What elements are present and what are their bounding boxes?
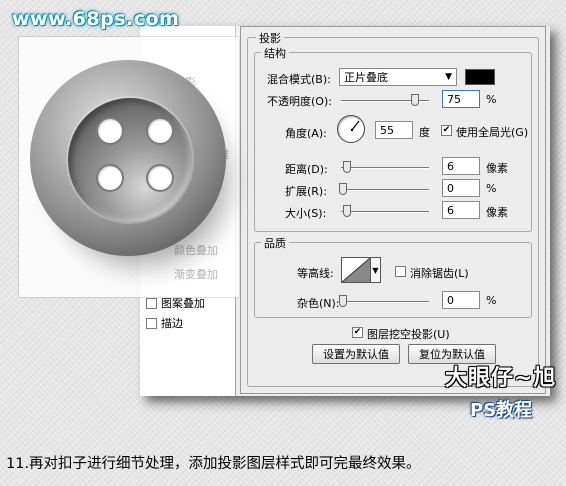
opacity-label: 不透明度(O): [267,95,332,108]
blend-mode-label: 混合模式(B): [267,73,331,86]
contour-preview[interactable] [341,257,371,283]
distance-value: 6 [447,159,454,173]
dropdown-arrow-icon: ▼ [372,265,379,275]
blend-mode-value: 正片叠底 [344,71,388,84]
opacity-input[interactable]: 75 [442,90,480,108]
angle-needle-icon [350,120,360,132]
global-light-label: 使用全局光(G) [456,126,529,139]
stroke-checkbox[interactable] [146,317,157,329]
clothing-button-inner-dish [68,98,192,222]
quality-title: 品质 [261,235,289,251]
opacity-value: 75 [447,92,461,106]
structure-group: 结构 混合模式(B): 正片叠底 ▼ 不透明度(O): 75 % 角度(A): [254,45,532,232]
spread-label: 扩展(R): [285,185,327,198]
noise-slider-thumb[interactable] [339,295,347,307]
distance-unit: 像素 [486,162,508,175]
pattern-overlay-checkbox[interactable] [146,297,157,309]
size-input[interactable]: 6 [442,201,480,219]
shadow-color-swatch[interactable] [465,69,495,85]
structure-title: 结构 [261,45,289,61]
style-item-label: 描边 [161,317,183,330]
spread-input[interactable]: 0 [442,179,480,197]
noise-slider[interactable] [341,301,429,303]
spread-value: 0 [447,181,454,195]
distance-slider[interactable] [341,167,429,169]
opacity-unit: % [486,93,497,106]
size-label: 大小(S): [285,207,327,220]
button-hole-bottom-left [98,166,122,190]
button-hole-bottom-right [148,166,172,190]
anti-alias-label: 消除锯齿(L) [410,267,469,280]
size-slider[interactable] [341,211,429,213]
spread-slider-thumb[interactable] [339,183,347,195]
step-caption: 11.再对扣子进行细节处理，添加投影图层样式即可完最终效果。 [6,456,421,472]
size-value: 6 [447,203,454,217]
quality-group: 品质 等高线: ▼ 消除锯齿(L) 杂色(N): 0 % [254,235,532,318]
drop-shadow-title: 投影 [256,30,284,46]
size-slider-thumb[interactable] [343,205,351,217]
contour-curve-icon [341,257,371,283]
opacity-slider-thumb[interactable] [411,94,419,106]
drop-shadow-panel: 投影 结构 混合模式(B): 正片叠底 ▼ 不透明度(O): 75 % 角度(A… [240,26,546,394]
distance-label: 距离(D): [285,163,328,176]
knockout-checkbox[interactable]: ✔ [352,327,363,338]
angle-value: 55 [380,123,394,137]
noise-input[interactable]: 0 [442,291,480,309]
site-watermark: www.68ps.com [12,8,180,30]
button-hole-top-left [98,119,122,143]
noise-value: 0 [447,293,454,307]
angle-label: 角度(A): [285,127,327,140]
angle-input[interactable]: 55 [375,121,413,139]
anti-alias-checkbox[interactable] [395,266,406,277]
contour-dropdown-button[interactable]: ▼ [371,257,381,283]
dropdown-arrow-icon: ▼ [445,72,452,82]
spread-unit: % [486,182,497,195]
distance-slider-thumb[interactable] [343,161,351,173]
style-item-stroke[interactable]: 描边 [146,314,183,332]
tutorial-brand: PS教程 [470,400,533,421]
make-default-button[interactable]: 设置为默认值 [312,344,400,364]
button-hole-top-right [148,119,172,143]
noise-label: 杂色(N): [297,297,340,310]
blend-mode-select[interactable]: 正片叠底 ▼ [339,68,457,86]
distance-input[interactable]: 6 [442,157,480,175]
global-light-checkbox[interactable]: ✔ [441,125,452,136]
drop-shadow-group: 投影 结构 混合模式(B): 正片叠底 ▼ 不透明度(O): 75 % 角度(A… [247,30,539,387]
noise-unit: % [486,294,497,307]
spread-slider[interactable] [341,189,429,191]
angle-unit: 度 [419,126,430,139]
author-brand: 大眼仔~旭 [445,366,557,391]
knockout-label: 图层挖空投影(U) [367,328,450,341]
contour-label: 等高线: [297,267,334,280]
size-unit: 像素 [486,206,508,219]
angle-dial[interactable] [337,115,365,143]
